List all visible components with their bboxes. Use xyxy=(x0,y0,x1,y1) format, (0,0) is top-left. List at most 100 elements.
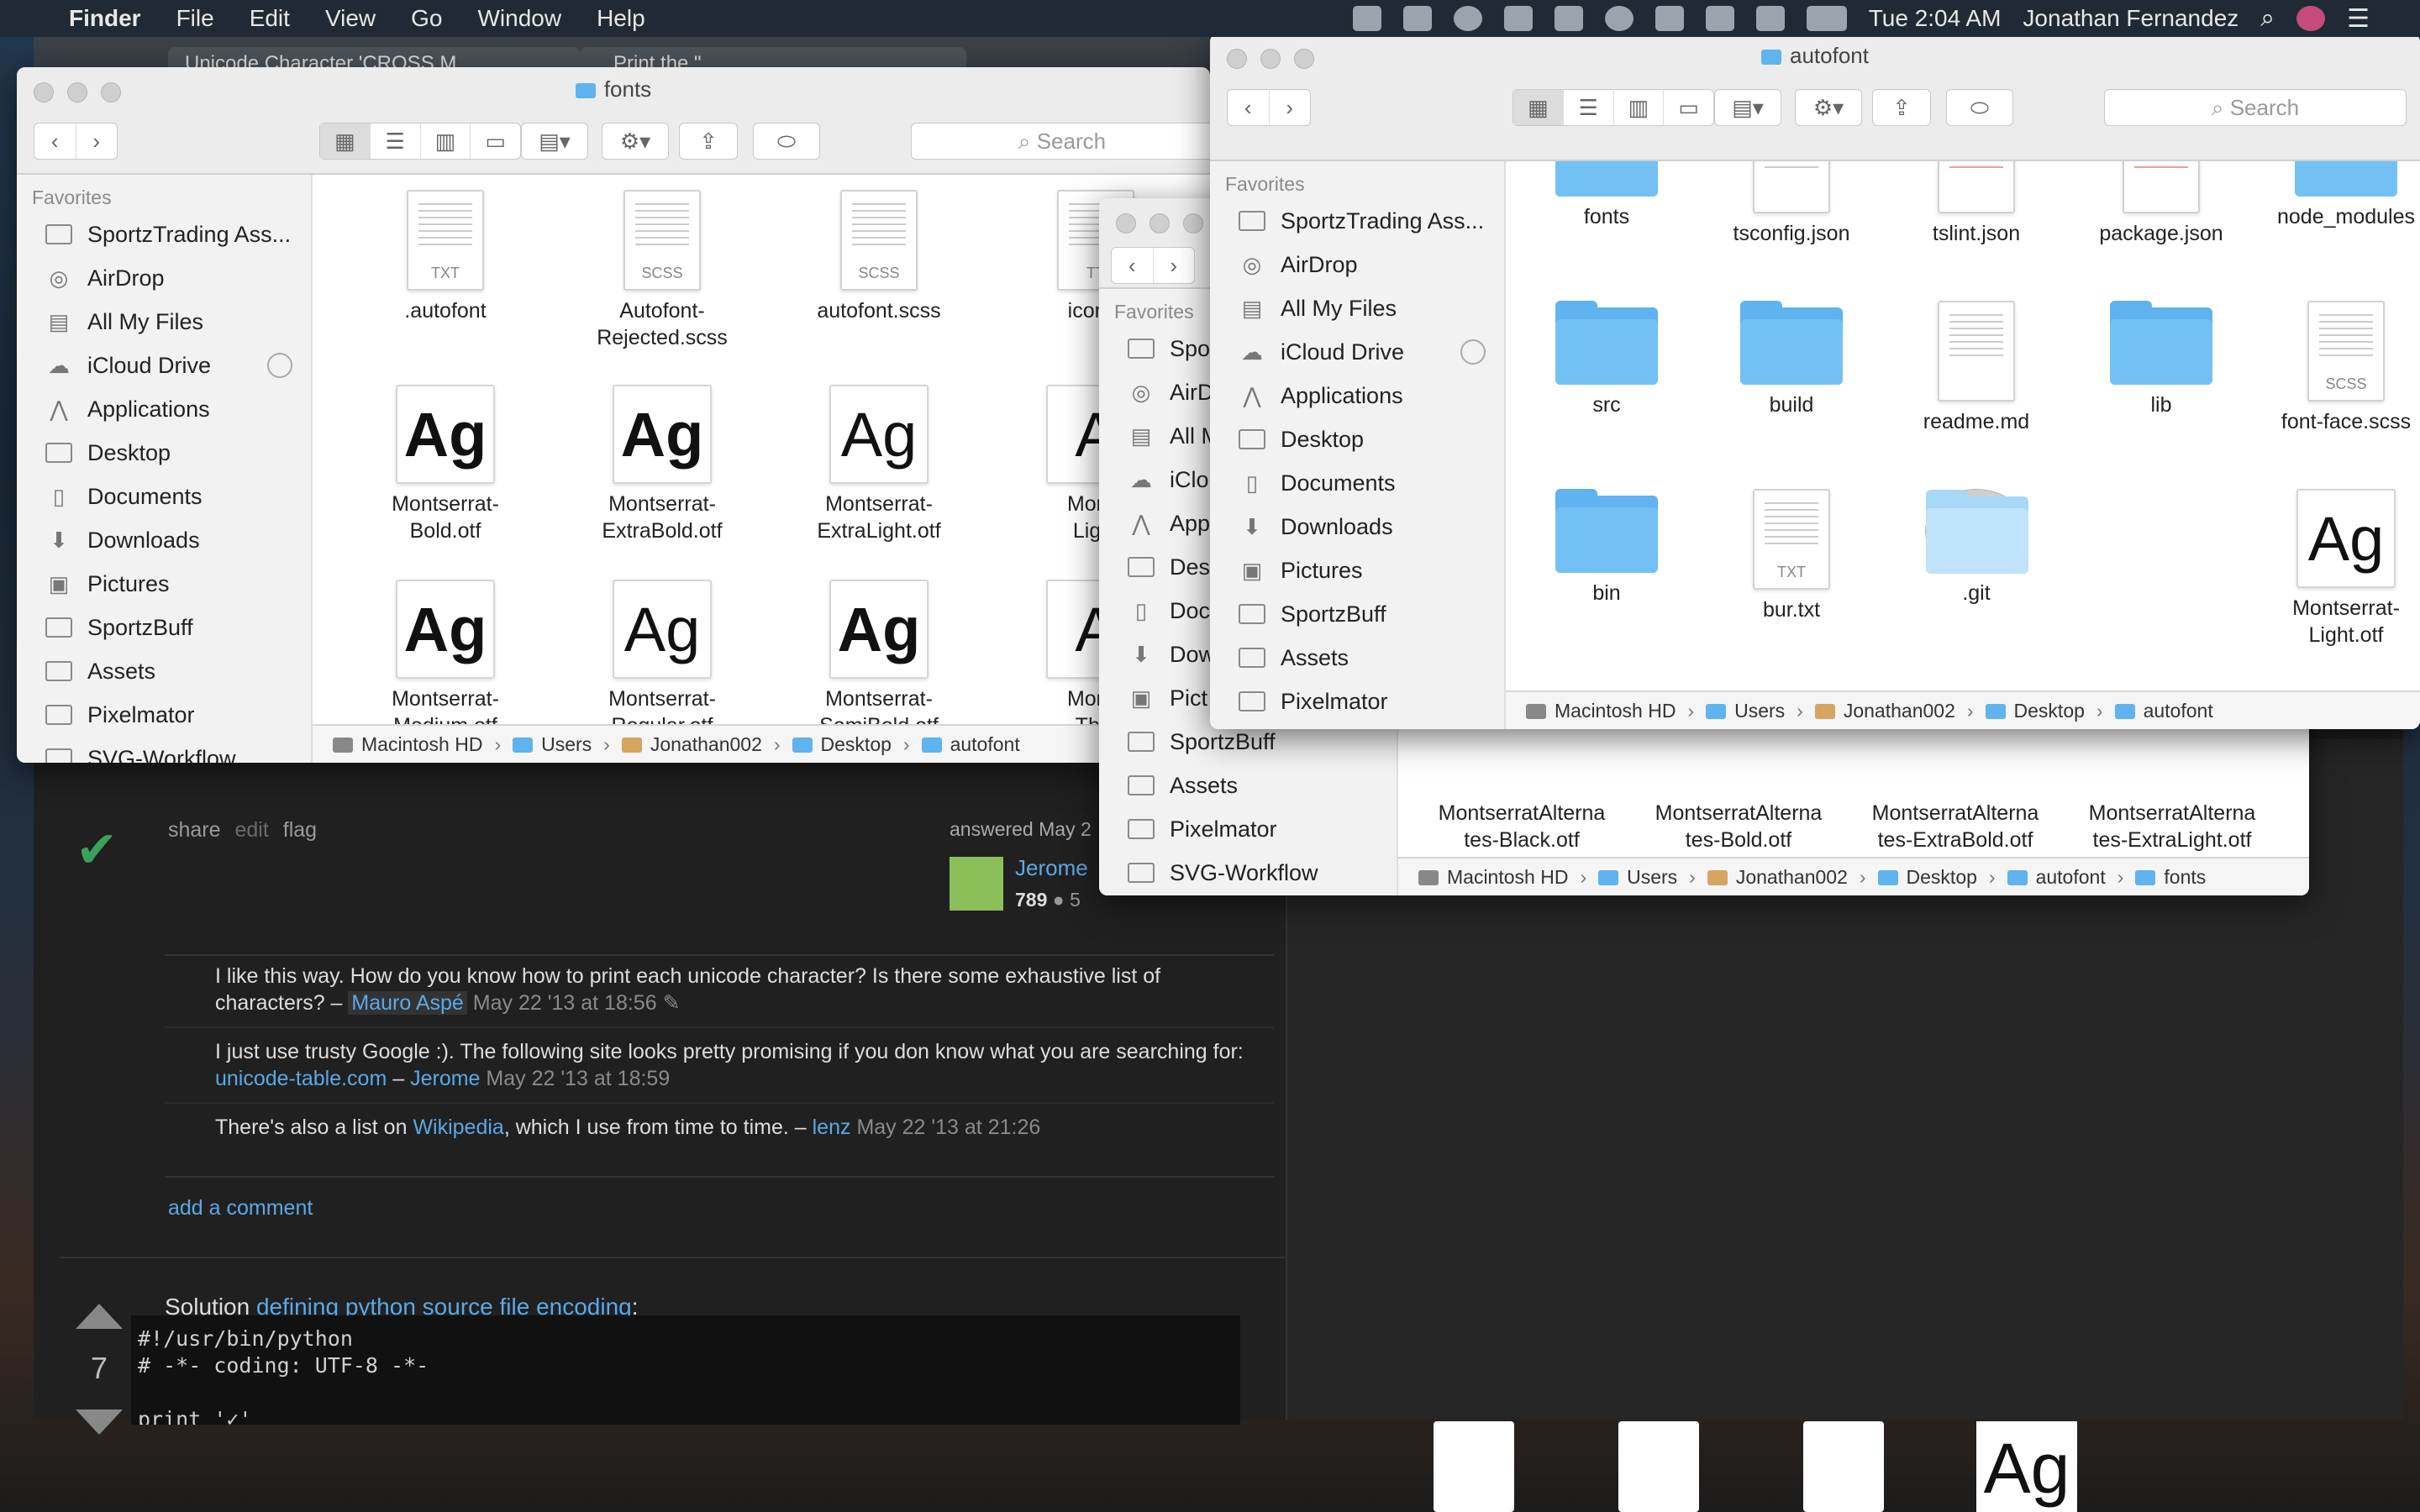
battery-icon[interactable] xyxy=(1806,6,1847,31)
path-segment[interactable]: fonts xyxy=(2135,866,2206,889)
sidebar-item[interactable]: ▣ Pictures xyxy=(1210,549,1504,592)
file-item[interactable]: MontserratAlterna tes-Bold.otf xyxy=(1634,793,1844,853)
flag-link[interactable]: flag xyxy=(283,818,317,842)
file-item[interactable]: MontserratAlterna tes-ExtraLight.otf xyxy=(2067,793,2277,853)
file-item[interactable]: MontserratAlterna tes-ExtraBold.otf xyxy=(1850,793,2060,853)
sidebar-item[interactable]: ▯ Documents xyxy=(17,475,311,518)
file-item[interactable]: bin xyxy=(1514,489,1699,606)
close-button[interactable] xyxy=(1227,49,1247,69)
answer-user-link[interactable]: Jerome xyxy=(1015,855,1088,881)
sidebar-item[interactable]: ▤ All My Files xyxy=(1210,286,1504,330)
sidebar-item[interactable]: ▤ All My Files xyxy=(17,300,311,344)
share-icon[interactable]: ⇪ xyxy=(1872,89,1931,126)
path-segment[interactable]: Desktop xyxy=(792,733,892,756)
path-segment[interactable]: autofont xyxy=(2007,866,2106,889)
menu-view[interactable]: View xyxy=(325,5,376,32)
comment-user-link[interactable]: lenz xyxy=(813,1116,851,1139)
close-button[interactable] xyxy=(34,82,54,102)
file-item[interactable]: tslint.json xyxy=(1884,161,2069,247)
cloud-icon[interactable] xyxy=(1554,6,1583,31)
app-status-icon[interactable] xyxy=(1402,6,1432,31)
menu-help[interactable]: Help xyxy=(597,5,645,32)
dock-item[interactable] xyxy=(1618,1421,1699,1512)
app-menu[interactable]: Finder xyxy=(69,5,141,32)
sidebar-item[interactable]: Assets xyxy=(17,649,311,693)
sidebar-item[interactable]: ▣ Pictures xyxy=(17,562,311,606)
sidebar-item[interactable]: SVG-Workflow xyxy=(1210,723,1504,729)
zoom-button[interactable] xyxy=(101,82,121,102)
sidebar-item[interactable]: SVG-Workflow xyxy=(17,737,311,763)
unicode-table-link[interactable]: unicode-table.com xyxy=(215,1067,387,1090)
file-item[interactable]: src xyxy=(1514,301,1699,418)
column-view-icon[interactable]: ▥ xyxy=(421,123,471,159)
sidebar-item[interactable]: ▯ Documents xyxy=(1210,461,1504,505)
path-segment[interactable]: Users xyxy=(513,733,592,756)
file-item[interactable]: SCSS Autofont- Rejected.scss xyxy=(570,190,755,351)
edit-link[interactable]: edit xyxy=(235,818,269,842)
file-item[interactable]: readme.md xyxy=(1884,301,2069,435)
spotlight-search-icon[interactable]: ⌕ xyxy=(2260,4,2275,33)
file-item[interactable]: SCSS font-face.scss xyxy=(2254,301,2420,435)
search-field[interactable]: ⌕ Search xyxy=(2104,89,2407,126)
sidebar-item[interactable]: SportzBuff xyxy=(17,606,311,649)
file-item[interactable]: build xyxy=(1699,301,1884,418)
sidebar-item[interactable]: SportzTrading Ass... xyxy=(17,213,311,256)
sidebar-item[interactable]: ☁ iCloud Drive xyxy=(17,344,311,387)
file-item[interactable]: SCSS autofont.scss xyxy=(786,190,971,324)
sidebar-item[interactable]: ⋀ Applications xyxy=(17,387,311,431)
file-item[interactable]: MontserratAlterna tes-Black.otf xyxy=(1417,793,1627,853)
menu-file[interactable]: File xyxy=(176,5,214,32)
zoom-button[interactable] xyxy=(1294,49,1314,69)
forward-arrow-icon[interactable]: › xyxy=(1154,248,1195,283)
linkedin-icon[interactable] xyxy=(1352,6,1381,31)
bluetooth-icon[interactable] xyxy=(1705,6,1734,31)
comment-user-link[interactable]: Mauro Aspé xyxy=(348,991,467,1015)
file-item[interactable]: Ag Montserrat- ExtraLight.otf xyxy=(786,385,971,544)
file-item[interactable]: Ag Montserrat- Bold.otf xyxy=(353,385,538,544)
back-arrow-icon[interactable]: ‹ xyxy=(34,123,76,159)
sidebar-item[interactable]: ☁ iCloud Drive xyxy=(1210,330,1504,374)
sidebar-item[interactable]: ⬇ Downloads xyxy=(1210,505,1504,549)
path-segment[interactable]: autofont xyxy=(2114,700,2213,722)
file-item[interactable]: lib xyxy=(2069,301,2254,418)
forward-arrow-icon[interactable]: › xyxy=(1270,90,1311,125)
file-item[interactable]: Ag Montserrat- SemiBold.otf xyxy=(786,580,971,724)
file-item[interactable]: package.json xyxy=(2069,161,2254,247)
path-segment[interactable]: Jonathan002 xyxy=(1707,866,1848,889)
close-button[interactable] xyxy=(1116,213,1136,234)
search-field[interactable]: ⌕ Search xyxy=(911,123,1210,160)
user-avatar[interactable] xyxy=(950,857,1003,911)
path-segment[interactable]: Macintosh HD xyxy=(333,733,482,756)
sidebar-item[interactable]: Assets xyxy=(1210,636,1504,680)
disk-icon[interactable] xyxy=(1604,6,1634,31)
arrange-icon[interactable]: ▤▾ xyxy=(521,123,588,160)
tag-icon[interactable]: ⬭ xyxy=(1946,89,2013,126)
path-segment[interactable]: Macintosh HD xyxy=(1526,700,1676,722)
path-segment[interactable]: Macintosh HD xyxy=(1418,866,1568,889)
dock-font-item[interactable]: Ag xyxy=(1976,1421,2077,1512)
file-item[interactable]: Ag Montserrat- Medium.otf xyxy=(353,580,538,724)
wikipedia-link[interactable]: Wikipedia xyxy=(413,1116,503,1139)
sidebar-item[interactable]: ◎ AirDrop xyxy=(1210,243,1504,286)
comment-user-link[interactable]: Jerome xyxy=(410,1067,480,1090)
forward-arrow-icon[interactable]: › xyxy=(76,123,118,159)
path-segment[interactable]: Desktop xyxy=(1985,700,2085,722)
file-item[interactable]: fonts xyxy=(1514,161,1699,230)
back-arrow-icon[interactable]: ‹ xyxy=(1228,90,1270,125)
notification-center-icon[interactable]: ☰ xyxy=(2347,4,2370,34)
add-comment-link[interactable]: add a comment xyxy=(168,1196,313,1221)
file-item[interactable]: Ag Montserrat- Regular.otf xyxy=(570,580,755,724)
sidebar-item[interactable]: Desktop xyxy=(1210,417,1504,461)
dock-item[interactable] xyxy=(1803,1421,1884,1512)
path-segment[interactable]: Jonathan002 xyxy=(1814,700,1955,722)
file-item[interactable]: Ag Montserrat- ExtraBold.otf xyxy=(570,385,755,544)
dock-item[interactable] xyxy=(1434,1421,1514,1512)
file-item[interactable]: node_modules xyxy=(2254,161,2420,230)
zoom-button[interactable] xyxy=(1183,213,1203,234)
file-item[interactable]: .git xyxy=(1884,489,2069,606)
sidebar-item[interactable]: Pixelmator xyxy=(1210,680,1504,723)
share-icon[interactable]: ⇪ xyxy=(679,123,738,160)
sidebar-item[interactable]: ⋀ Applications xyxy=(1210,374,1504,417)
share-link[interactable]: share xyxy=(168,818,221,842)
list-view-icon[interactable]: ☰ xyxy=(1564,90,1614,125)
